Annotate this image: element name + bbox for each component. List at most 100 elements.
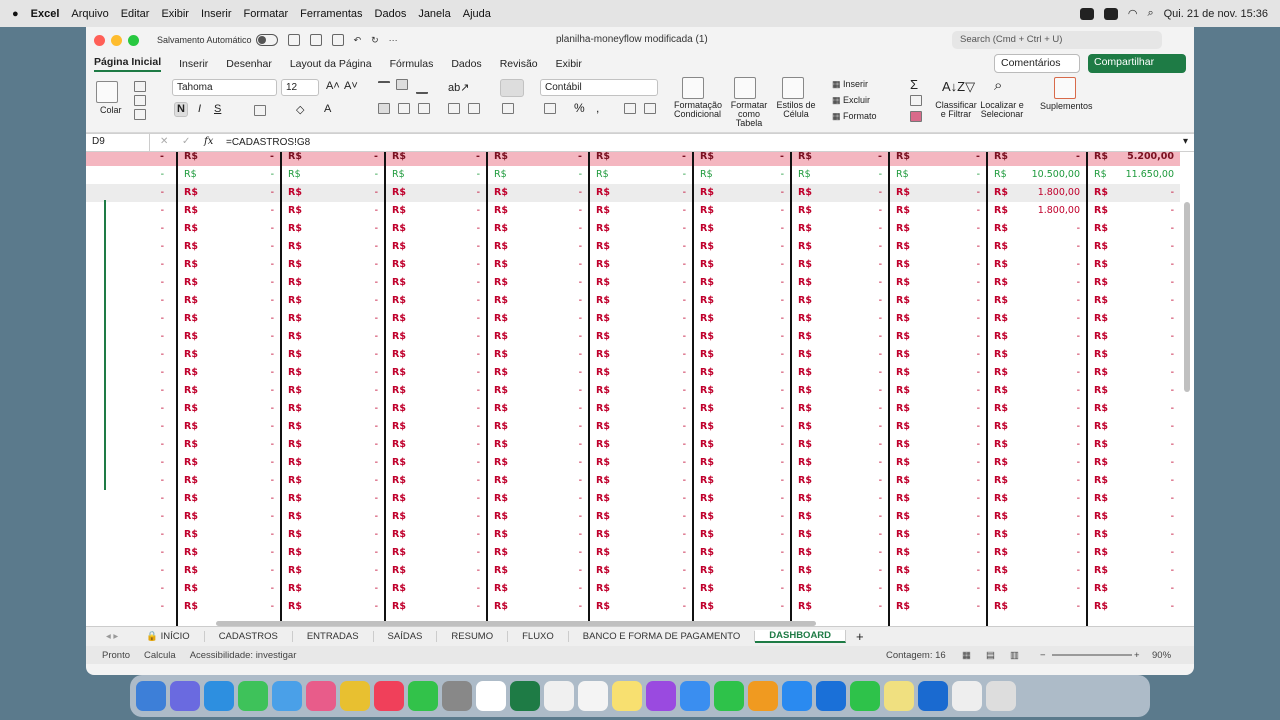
cell-value[interactable]: - <box>910 346 982 364</box>
cell-value[interactable]: - <box>910 220 982 238</box>
cell-value[interactable]: - <box>508 328 584 346</box>
cell-value[interactable]: - <box>1008 400 1082 418</box>
messages-icon[interactable] <box>238 681 268 711</box>
close-icon[interactable] <box>94 34 105 46</box>
cell-value[interactable]: - <box>302 472 380 490</box>
document-title[interactable]: planilha-moneyflow modificada (1) <box>556 34 708 45</box>
menu-item[interactable]: Formatar <box>244 8 289 20</box>
add-sheet-icon[interactable]: + <box>856 629 864 644</box>
cell-value[interactable]: - <box>302 292 380 310</box>
conditional-format-label[interactable]: Formatação Condicional <box>674 101 722 119</box>
search-icon[interactable]: ⌕ <box>1147 7 1153 20</box>
cell-value[interactable]: - <box>1008 562 1082 580</box>
clear-icon[interactable] <box>910 111 922 122</box>
apple-icon[interactable]: ● <box>12 8 19 20</box>
cell-value[interactable]: - <box>714 490 786 508</box>
cell-value[interactable]: - <box>1108 454 1176 472</box>
cell-value[interactable]: - <box>812 152 884 166</box>
cell-value[interactable]: - <box>910 526 982 544</box>
cell-value[interactable]: - <box>508 166 584 184</box>
cell-value[interactable]: - <box>714 436 786 454</box>
cell-value[interactable]: - <box>508 436 584 454</box>
cell-value[interactable]: - <box>198 346 276 364</box>
normal-view-icon[interactable]: ▦ <box>962 650 971 661</box>
cell-value[interactable]: - <box>86 490 166 508</box>
cell-value[interactable]: - <box>198 274 276 292</box>
cell-value[interactable]: - <box>714 364 786 382</box>
percent-icon[interactable]: % <box>574 101 585 115</box>
cell-value[interactable]: - <box>910 508 982 526</box>
addins-icon[interactable] <box>1054 77 1076 99</box>
cell-value[interactable]: - <box>198 508 276 526</box>
cell-value[interactable]: - <box>302 364 380 382</box>
keynote-icon[interactable] <box>680 681 710 711</box>
cell-value[interactable]: - <box>406 346 482 364</box>
cell-value[interactable]: - <box>610 472 688 490</box>
cell-value[interactable]: - <box>812 310 884 328</box>
cut-icon[interactable] <box>134 81 146 92</box>
cell-value[interactable]: - <box>714 562 786 580</box>
podcasts-icon[interactable] <box>646 681 676 711</box>
maximize-icon[interactable] <box>128 34 139 46</box>
cell-value[interactable]: - <box>406 310 482 328</box>
cell-value[interactable]: - <box>86 310 166 328</box>
zoom-slider[interactable] <box>1052 654 1132 656</box>
freeform-icon[interactable] <box>578 681 608 711</box>
cell-value[interactable]: - <box>1108 508 1176 526</box>
cell-value[interactable]: 5.200,00 <box>1108 152 1176 166</box>
cell-value[interactable]: - <box>406 472 482 490</box>
cell-value[interactable]: - <box>1108 544 1176 562</box>
cell-value[interactable]: - <box>406 292 482 310</box>
cell-value[interactable]: - <box>610 202 688 220</box>
currency-icon[interactable] <box>544 103 556 114</box>
cell-value[interactable]: - <box>1108 238 1176 256</box>
cell-value[interactable]: - <box>714 166 786 184</box>
tab-page-layout[interactable]: Layout da Página <box>290 58 372 70</box>
cell-value[interactable]: - <box>406 364 482 382</box>
cell-value[interactable]: - <box>714 418 786 436</box>
cell-value[interactable]: - <box>1108 472 1176 490</box>
cell-value[interactable]: - <box>508 580 584 598</box>
cell-value[interactable]: - <box>714 544 786 562</box>
cell-value[interactable]: - <box>610 562 688 580</box>
sheet-tab-banco[interactable]: BANCO E FORMA DE PAGAMENTO <box>569 631 756 642</box>
cell-value[interactable]: - <box>508 238 584 256</box>
cell-value[interactable]: - <box>812 274 884 292</box>
cell-value[interactable]: - <box>610 364 688 382</box>
cell-value[interactable]: - <box>86 526 166 544</box>
cell-value[interactable]: - <box>1008 310 1082 328</box>
comma-icon[interactable]: , <box>596 101 599 115</box>
cell-value[interactable]: - <box>198 562 276 580</box>
cell-value[interactable]: - <box>198 292 276 310</box>
italic-button[interactable]: I <box>198 103 201 115</box>
sheet-tab-saidas[interactable]: SAÍDAS <box>374 631 438 642</box>
cell-value[interactable]: - <box>910 490 982 508</box>
minimize-icon[interactable] <box>111 34 122 46</box>
cell-value[interactable]: - <box>910 580 982 598</box>
music-icon[interactable] <box>374 681 404 711</box>
cell-value[interactable]: - <box>1108 382 1176 400</box>
cell-value[interactable]: - <box>1108 598 1176 616</box>
cell-value[interactable]: - <box>508 256 584 274</box>
stickies-icon[interactable] <box>884 681 914 711</box>
cell-value[interactable]: - <box>910 544 982 562</box>
cell-value[interactable]: - <box>86 328 166 346</box>
cell-value[interactable]: - <box>508 382 584 400</box>
cell-value[interactable]: - <box>812 490 884 508</box>
cell-value[interactable]: - <box>714 526 786 544</box>
cell-value[interactable]: - <box>86 544 166 562</box>
edit-icon[interactable] <box>331 34 344 46</box>
cell-currency[interactable]: R$ <box>1092 166 1109 184</box>
cell-value[interactable]: - <box>610 184 688 202</box>
cell-value[interactable]: - <box>610 328 688 346</box>
cell-value[interactable]: - <box>910 472 982 490</box>
horizontal-scrollbar[interactable] <box>216 621 816 626</box>
cell-value[interactable]: - <box>508 490 584 508</box>
share-button[interactable]: Compartilhar <box>1088 54 1186 73</box>
cell-value[interactable]: - <box>610 580 688 598</box>
cell-value[interactable]: - <box>1108 346 1176 364</box>
cell-value[interactable]: - <box>406 328 482 346</box>
sheet-tab-fluxo[interactable]: FLUXO <box>508 631 569 642</box>
cell-value[interactable]: - <box>910 184 982 202</box>
cell-value[interactable]: - <box>910 598 982 616</box>
